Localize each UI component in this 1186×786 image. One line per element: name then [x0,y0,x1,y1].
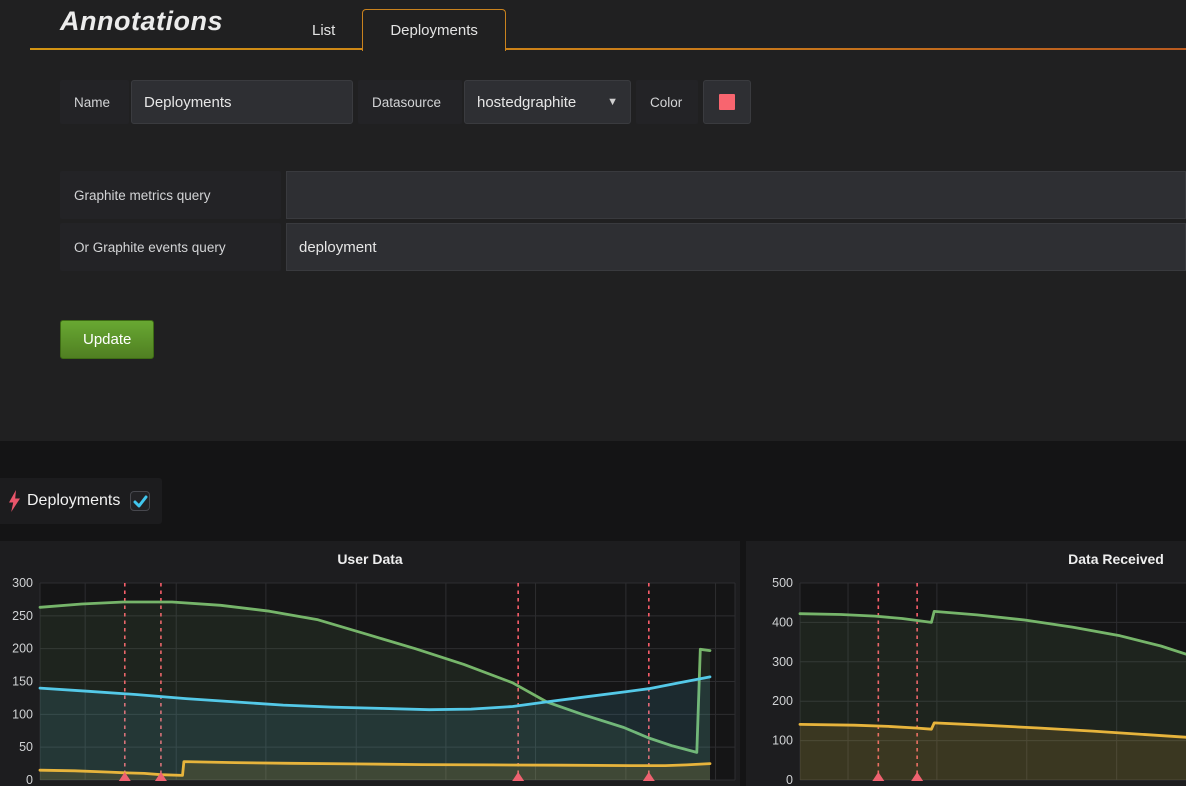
data-received-panel: Data Received 0 100 200 300 400 500 [746,541,1186,786]
legend-checkbox[interactable] [130,491,150,511]
svg-text:300: 300 [772,655,793,669]
svg-text:200: 200 [12,642,33,656]
datasource-select[interactable]: hostedgraphite ▼ [464,80,631,124]
metrics-query-input[interactable] [286,171,1186,219]
color-label: Color [636,80,698,124]
svg-text:100: 100 [772,734,793,748]
panel-row: User Data 0 50 100 150 200 250 300 Data Receiv… [0,541,1186,786]
query-rows: Graphite metrics query Or Graphite event… [60,171,1186,271]
annotation-main-row: Name Deployments Datasource hostedgraphi… [60,80,1186,124]
metrics-query-label: Graphite metrics query [60,171,281,219]
legend-toggle-label: Deployments [27,492,120,510]
update-button[interactable]: Update [60,320,154,359]
user-data-panel: User Data 0 50 100 150 200 250 300 [0,541,740,786]
check-icon [133,495,148,508]
panel-title: User Data [0,551,740,567]
dashboard-section: Deployments User Data 0 50 100 150 200 250 300… [0,441,1186,786]
header-underline [30,48,1186,50]
tab-list[interactable]: List [285,10,362,50]
svg-text:200: 200 [772,694,793,708]
svg-text:100: 100 [12,707,33,721]
color-picker[interactable] [703,80,751,124]
events-query-input[interactable]: deployment [286,223,1186,271]
bolt-icon [8,490,21,512]
page-title: Annotations [60,0,223,37]
svg-text:300: 300 [12,576,33,590]
svg-text:0: 0 [26,773,33,786]
tab-deployments-label: Deployments [390,22,478,39]
name-input[interactable]: Deployments [131,80,353,124]
svg-text:50: 50 [19,740,33,754]
annotation-legend-toggle[interactable]: Deployments [0,478,162,524]
events-query-label: Or Graphite events query [60,223,281,271]
annotations-editor-section: Annotations List Deployments Name Deploy… [0,0,1186,441]
panel-title: Data Received [746,551,1186,567]
chevron-down-icon: ▼ [607,96,618,108]
svg-text:400: 400 [772,615,793,629]
name-label: Name [60,80,129,124]
tab-list-label: List [312,22,335,39]
color-swatch-inner [719,94,735,110]
svg-text:150: 150 [12,675,33,689]
svg-text:0: 0 [786,773,793,786]
svg-text:250: 250 [12,609,33,623]
datasource-selected-value: hostedgraphite [477,94,576,111]
annotations-header: Annotations List Deployments [0,0,1186,50]
tab-deployments[interactable]: Deployments [362,9,506,51]
svg-text:500: 500 [772,576,793,590]
datasource-label: Datasource [358,80,462,124]
